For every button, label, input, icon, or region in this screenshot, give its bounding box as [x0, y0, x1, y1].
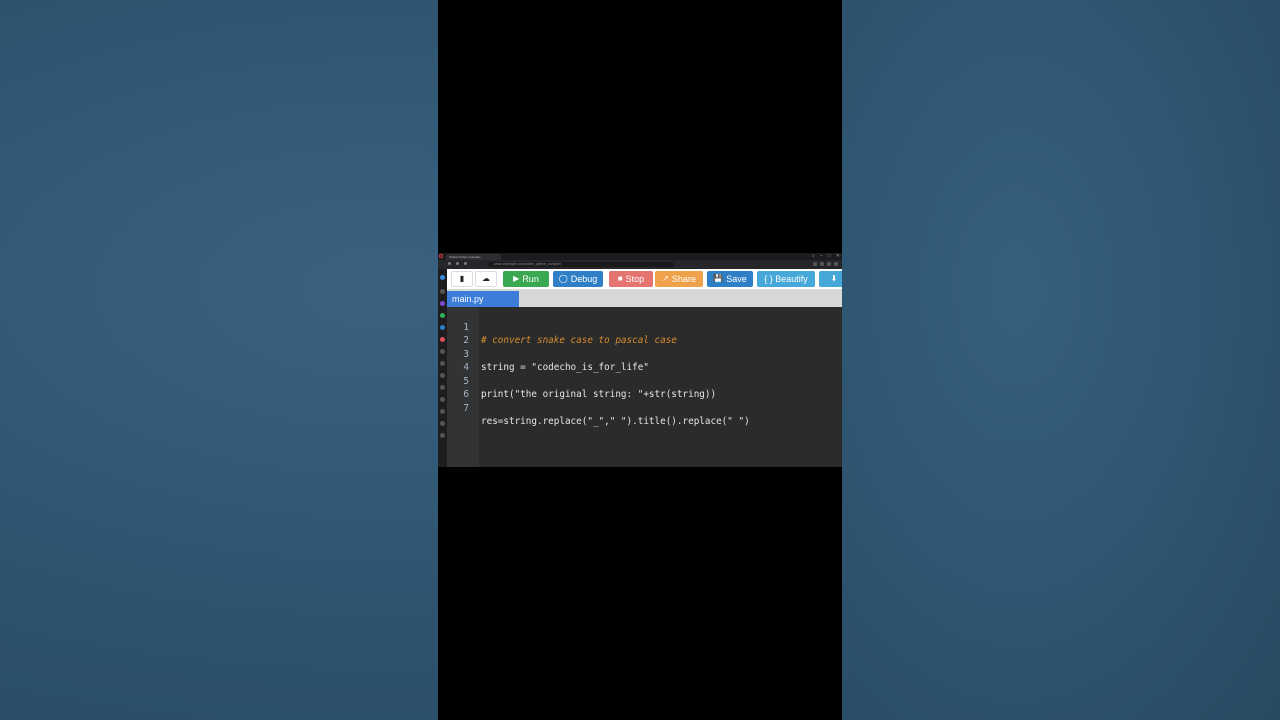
share-button[interactable]: ↗ Share: [655, 271, 703, 287]
beautify-button[interactable]: { } Beautify: [757, 271, 815, 287]
share-label: Share: [671, 274, 696, 284]
new-file-icon: ▮: [459, 274, 465, 283]
code-line: 1 # convert snake case to pascal case: [447, 308, 842, 346]
background-right: [842, 0, 1280, 720]
close-icon[interactable]: ✕: [836, 253, 840, 260]
code-editor[interactable]: 1 # convert snake case to pascal case 2 …: [447, 307, 842, 467]
sidebar-app-icon[interactable]: [440, 337, 445, 342]
download-icon: ⬇: [830, 274, 838, 283]
debug-label: Debug: [570, 274, 598, 284]
stop-button[interactable]: ■ Stop: [609, 271, 653, 287]
upload-button[interactable]: ☁: [475, 271, 497, 287]
extension-icons: [813, 262, 838, 266]
sidebar-app-icon[interactable]: [440, 409, 445, 414]
stop-label: Stop: [625, 274, 645, 284]
sidebar-app-icon[interactable]: [440, 397, 445, 402]
play-icon: ▶: [513, 274, 520, 283]
sidebar-app-icon[interactable]: [440, 301, 445, 306]
url-field[interactable]: www.onlinegdb.com/online_python_compiler: [488, 262, 674, 267]
debug-icon: ◯: [558, 274, 568, 283]
forward-icon[interactable]: [456, 262, 459, 265]
search-tabs-icon[interactable]: ⌕: [812, 253, 815, 260]
debug-button[interactable]: ◯ Debug: [553, 271, 603, 287]
upload-icon: ☁: [482, 274, 490, 283]
code-text: res=string.replace("_"," ").title().repl…: [481, 416, 750, 427]
save-icon: 💾: [713, 274, 724, 283]
browser-window: Online Python Compiler ⌕ – □ ✕ www.onlin…: [438, 253, 842, 467]
code-line: 2: [447, 321, 842, 346]
code-line: 4: [447, 348, 842, 373]
sidebar-app-icon[interactable]: [440, 325, 445, 330]
sidebar-app-icon[interactable]: [440, 361, 445, 366]
tab-main-py[interactable]: main.py: [447, 291, 519, 307]
sidebar-app-icon[interactable]: [440, 433, 445, 438]
video-frame: Online Python Compiler ⌕ – □ ✕ www.onlin…: [438, 0, 842, 720]
sidebar-app-icon[interactable]: [440, 373, 445, 378]
sidebar-app-icon[interactable]: [440, 421, 445, 426]
file-tabs-bar: main.py: [447, 289, 842, 307]
extension-icon[interactable]: [820, 262, 824, 266]
minimize-icon[interactable]: –: [820, 253, 823, 260]
extension-icon[interactable]: [813, 262, 817, 266]
save-label: Save: [726, 274, 747, 284]
maximize-icon[interactable]: □: [828, 253, 831, 260]
code-line: 3 string = "codecho_is_for_life": [447, 335, 842, 373]
code-line: 6: [447, 375, 842, 400]
back-icon[interactable]: [448, 262, 451, 265]
save-button[interactable]: 💾 Save: [707, 271, 753, 287]
sidebar-app-icon[interactable]: [440, 275, 445, 280]
download-button[interactable]: ⬇: [819, 271, 842, 287]
sidebar-app-icon[interactable]: [440, 349, 445, 354]
code-line: 7 res=string.replace("_"," ").title().re…: [447, 389, 842, 427]
window-controls: ⌕ – □ ✕: [812, 253, 840, 260]
stop-icon: ■: [617, 274, 623, 283]
reload-icon[interactable]: [464, 262, 467, 265]
sidebar-app-icon[interactable]: [440, 313, 445, 318]
line-number: 7: [463, 403, 469, 414]
run-button[interactable]: ▶ Run: [503, 271, 549, 287]
run-label: Run: [522, 274, 539, 284]
extension-icon[interactable]: [834, 262, 838, 266]
new-file-button[interactable]: ▮: [451, 271, 473, 287]
beautify-label: { } Beautify: [764, 274, 808, 284]
compiler-toolbar: ▮ ☁ ▶ Run ◯ Debug ■ Stop ↗ Share 💾 Save …: [447, 269, 842, 289]
extension-icon[interactable]: [827, 262, 831, 266]
browser-sidebar: [438, 269, 447, 467]
sidebar-app-icon[interactable]: [440, 289, 445, 294]
browser-titlebar: Online Python Compiler ⌕ – □ ✕: [438, 253, 842, 260]
share-icon: ↗: [662, 274, 669, 283]
address-bar: www.onlinegdb.com/online_python_compiler: [438, 260, 842, 269]
code-line: 5 print("the original string: "+str(stri…: [447, 362, 842, 400]
sidebar-app-icon[interactable]: [440, 385, 445, 390]
nav-buttons: [448, 262, 467, 265]
opera-logo-icon: [439, 254, 443, 258]
